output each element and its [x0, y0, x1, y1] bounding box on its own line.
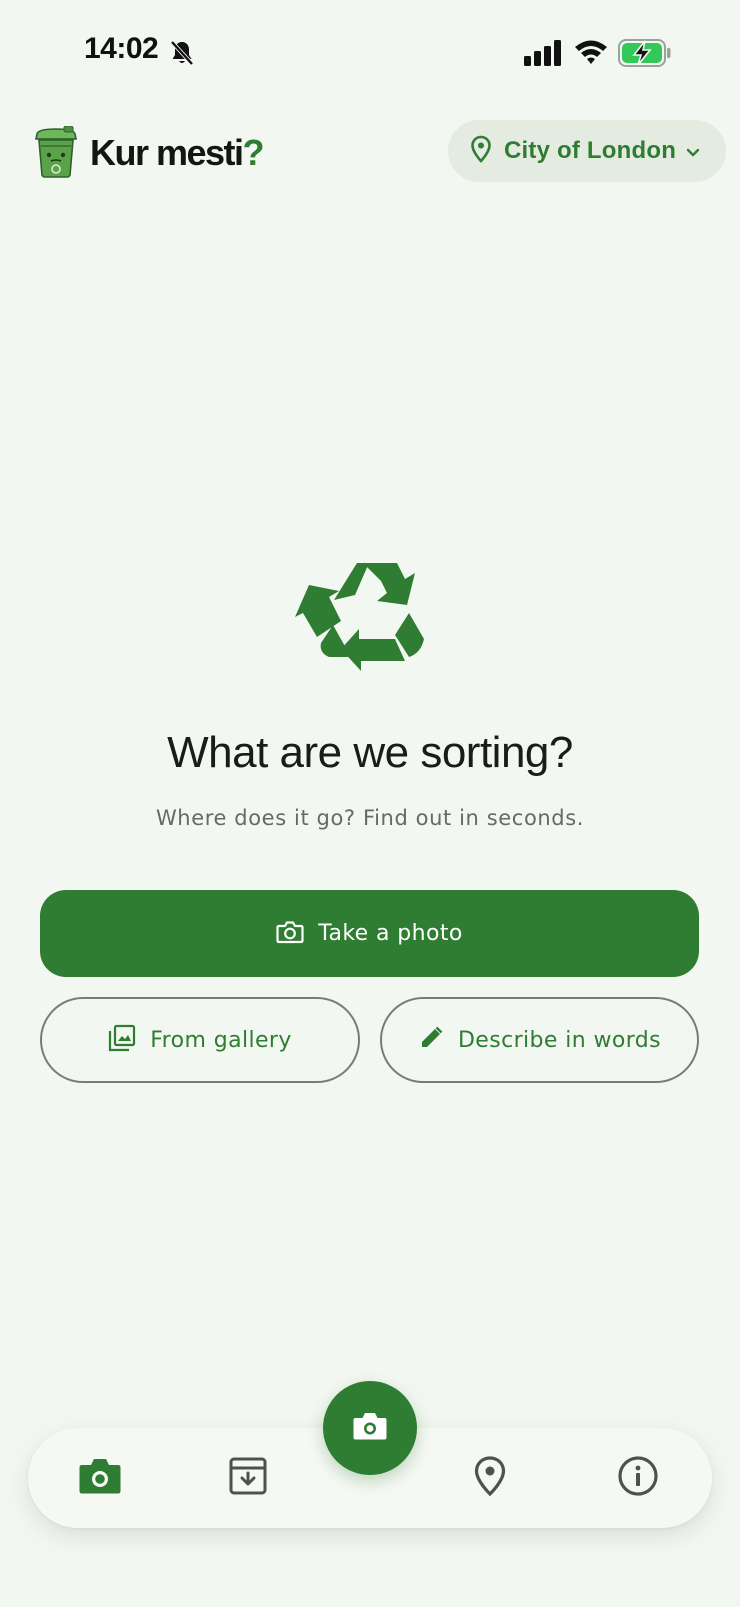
- chevron-down-icon: [686, 143, 700, 162]
- bell-muted-icon: [170, 40, 194, 70]
- signal-icon: [524, 40, 562, 70]
- camera-icon: [276, 920, 304, 948]
- info-icon: [617, 1455, 659, 1501]
- location-pin-icon: [473, 1455, 507, 1501]
- from-gallery-label: From gallery: [150, 1027, 292, 1053]
- trash-bin-logo-icon: [34, 125, 78, 182]
- describe-in-words-label: Describe in words: [457, 1027, 662, 1053]
- take-photo-button[interactable]: Take a photo: [40, 890, 699, 977]
- recycle-icon: [294, 552, 444, 702]
- pencil-icon: [418, 1025, 444, 1055]
- take-photo-label: Take a photo: [318, 921, 463, 946]
- location-pin-icon: [470, 135, 492, 167]
- nav-archive-tab[interactable]: [218, 1448, 278, 1508]
- nav-map-tab[interactable]: [460, 1448, 520, 1508]
- nav-camera-tab[interactable]: [70, 1448, 130, 1508]
- location-label: City of London: [504, 137, 677, 164]
- camera-fab-button[interactable]: [323, 1381, 417, 1475]
- from-gallery-button[interactable]: From gallery: [40, 997, 360, 1083]
- hero-subtitle: Where does it go? Find out in seconds.: [155, 806, 585, 830]
- app-title: Kur mesti?: [90, 132, 265, 173]
- location-selector[interactable]: City of London: [448, 120, 726, 182]
- camera-icon: [352, 1411, 388, 1445]
- status-time: 14:02: [84, 32, 159, 65]
- hero-title: What are we sorting?: [167, 728, 573, 777]
- status-bar: 14:02: [0, 0, 740, 110]
- describe-in-words-button[interactable]: Describe in words: [380, 997, 699, 1083]
- app-header: Kur mesti? City of London: [0, 110, 740, 200]
- archive-icon: [228, 1456, 268, 1500]
- camera-icon: [78, 1457, 122, 1499]
- gallery-icon: [108, 1024, 136, 1056]
- battery-charging-icon: [618, 38, 672, 72]
- wifi-icon: [574, 38, 608, 70]
- nav-info-tab[interactable]: [608, 1448, 668, 1508]
